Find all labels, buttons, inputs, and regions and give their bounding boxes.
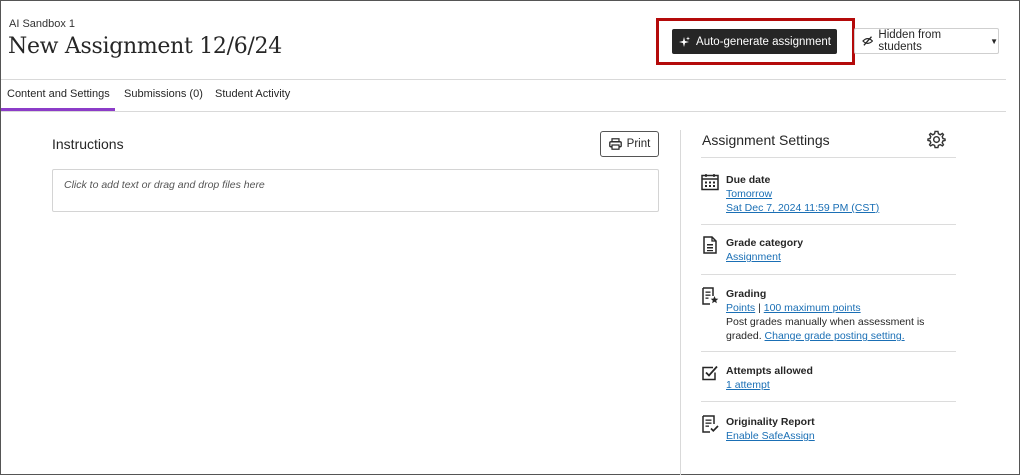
document-icon: [703, 236, 717, 254]
settings-divider: [701, 157, 956, 158]
grading-separator: |: [755, 302, 764, 314]
eye-slash-icon: [862, 36, 874, 46]
grading-label: Grading: [726, 288, 767, 300]
change-grade-posting-link[interactable]: Change grade posting setting.: [765, 330, 905, 342]
due-date-link[interactable]: Sat Dec 7, 2024 11:59 PM (CST): [726, 202, 879, 214]
instructions-editor[interactable]: Click to add text or drag and drop files…: [52, 169, 659, 212]
auto-generate-label: Auto-generate assignment: [696, 35, 831, 48]
panel-divider: [680, 130, 681, 475]
report-check-icon: [702, 415, 719, 433]
instructions-heading: Instructions: [52, 136, 124, 152]
attempts-link[interactable]: 1 attempt: [726, 379, 770, 391]
settings-divider: [701, 351, 956, 352]
caret-down-icon: ▼: [990, 36, 998, 46]
sparkle-icon: [679, 36, 691, 47]
max-points-link[interactable]: 100 maximum points: [764, 302, 861, 314]
grade-category-link[interactable]: Assignment: [726, 251, 781, 263]
calendar-icon: [701, 174, 719, 191]
due-date-label: Due date: [726, 174, 771, 186]
attempts-label: Attempts allowed: [726, 365, 813, 377]
page-title: New Assignment 12/6/24: [8, 34, 282, 59]
tab-content-and-settings[interactable]: Content and Settings: [7, 88, 110, 100]
print-button[interactable]: Print: [600, 131, 659, 157]
tab-bar: Content and Settings Submissions (0) Stu…: [1, 79, 1006, 112]
originality-label: Originality Report: [726, 416, 815, 428]
due-date-relative-link[interactable]: Tomorrow: [726, 188, 772, 200]
grading-type-link[interactable]: Points: [726, 302, 755, 314]
tab-submissions[interactable]: Submissions (0): [124, 88, 203, 100]
settings-divider: [701, 274, 956, 275]
visibility-dropdown[interactable]: Hidden from students ▼: [854, 28, 999, 54]
active-tab-indicator: [1, 108, 115, 111]
course-name: AI Sandbox 1: [9, 18, 76, 30]
checkbox-icon: [702, 365, 718, 381]
print-label: Print: [626, 138, 651, 150]
gear-icon[interactable]: [927, 130, 946, 149]
auto-generate-button[interactable]: Auto-generate assignment: [672, 29, 837, 54]
settings-divider: [701, 224, 956, 225]
printer-icon: [608, 138, 622, 150]
tab-student-activity[interactable]: Student Activity: [215, 88, 290, 100]
editor-placeholder: Click to add text or drag and drop files…: [64, 179, 265, 191]
grade-category-label: Grade category: [726, 237, 804, 249]
settings-divider: [701, 401, 956, 402]
grading-icon: [702, 287, 719, 305]
safeassign-link[interactable]: Enable SafeAssign: [726, 430, 815, 442]
settings-heading: Assignment Settings: [702, 132, 830, 148]
visibility-label: Hidden from students: [878, 29, 942, 53]
